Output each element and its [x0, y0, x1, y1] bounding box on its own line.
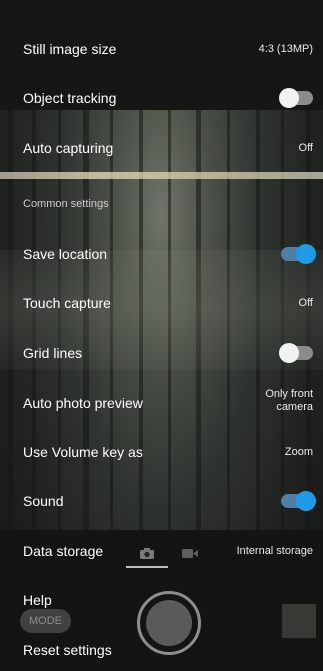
- setting-label: Use Volume key as: [23, 444, 143, 460]
- last-photo-thumbnail[interactable]: [282, 604, 316, 638]
- setting-use-volume-key[interactable]: Use Volume key as Zoom: [0, 442, 323, 462]
- setting-value: Off: [298, 297, 313, 309]
- object-tracking-toggle[interactable]: [279, 88, 313, 108]
- setting-touch-capture[interactable]: Touch capture Off: [0, 293, 323, 313]
- setting-value-line2: camera: [276, 401, 313, 413]
- video-icon[interactable]: [182, 546, 198, 558]
- setting-label: Grid lines: [23, 345, 83, 361]
- setting-value: Only front camera: [265, 388, 313, 414]
- selected-mode-indicator: [126, 566, 168, 568]
- section-header-common-settings: Common settings: [23, 198, 109, 210]
- toggle-knob: [279, 88, 299, 108]
- horizon-light: [0, 172, 323, 179]
- setting-label: Help: [23, 592, 52, 608]
- shutter-button[interactable]: [137, 591, 201, 655]
- setting-label: Touch capture: [23, 295, 111, 311]
- camera-icon[interactable]: [140, 546, 154, 559]
- setting-value: 4:3 (13MP): [258, 43, 313, 55]
- setting-save-location[interactable]: Save location: [0, 244, 323, 264]
- setting-grid-lines[interactable]: Grid lines: [0, 343, 323, 363]
- toggle-knob: [296, 244, 316, 264]
- setting-value: Zoom: [284, 446, 313, 458]
- setting-label: Data storage: [23, 543, 104, 559]
- setting-label: Still image size: [23, 41, 117, 57]
- setting-label: Auto photo preview: [23, 395, 143, 411]
- setting-value-line1: Only front: [265, 388, 313, 400]
- grid-lines-toggle[interactable]: [279, 343, 313, 363]
- setting-value: Off: [298, 142, 313, 154]
- setting-auto-photo-preview[interactable]: Auto photo preview Only front camera: [0, 388, 323, 413]
- setting-label: Reset settings: [23, 642, 112, 658]
- setting-label: Save location: [23, 246, 108, 262]
- setting-object-tracking[interactable]: Object tracking: [0, 88, 323, 108]
- setting-label: Auto capturing: [23, 140, 114, 156]
- setting-auto-capturing[interactable]: Auto capturing Off: [0, 138, 323, 158]
- toggle-knob: [279, 343, 299, 363]
- shutter-inner: [146, 600, 192, 646]
- setting-still-image-size[interactable]: Still image size 4:3 (13MP): [0, 39, 323, 59]
- setting-value: Internal storage: [236, 545, 313, 557]
- save-location-toggle[interactable]: [281, 244, 316, 264]
- toggle-knob: [296, 491, 316, 511]
- mode-button[interactable]: MODE: [20, 609, 71, 633]
- capture-mode-tabs: [126, 540, 212, 568]
- sound-toggle[interactable]: [281, 491, 316, 511]
- setting-label: Sound: [23, 493, 64, 509]
- setting-label: Object tracking: [23, 90, 117, 106]
- setting-sound[interactable]: Sound: [0, 491, 323, 511]
